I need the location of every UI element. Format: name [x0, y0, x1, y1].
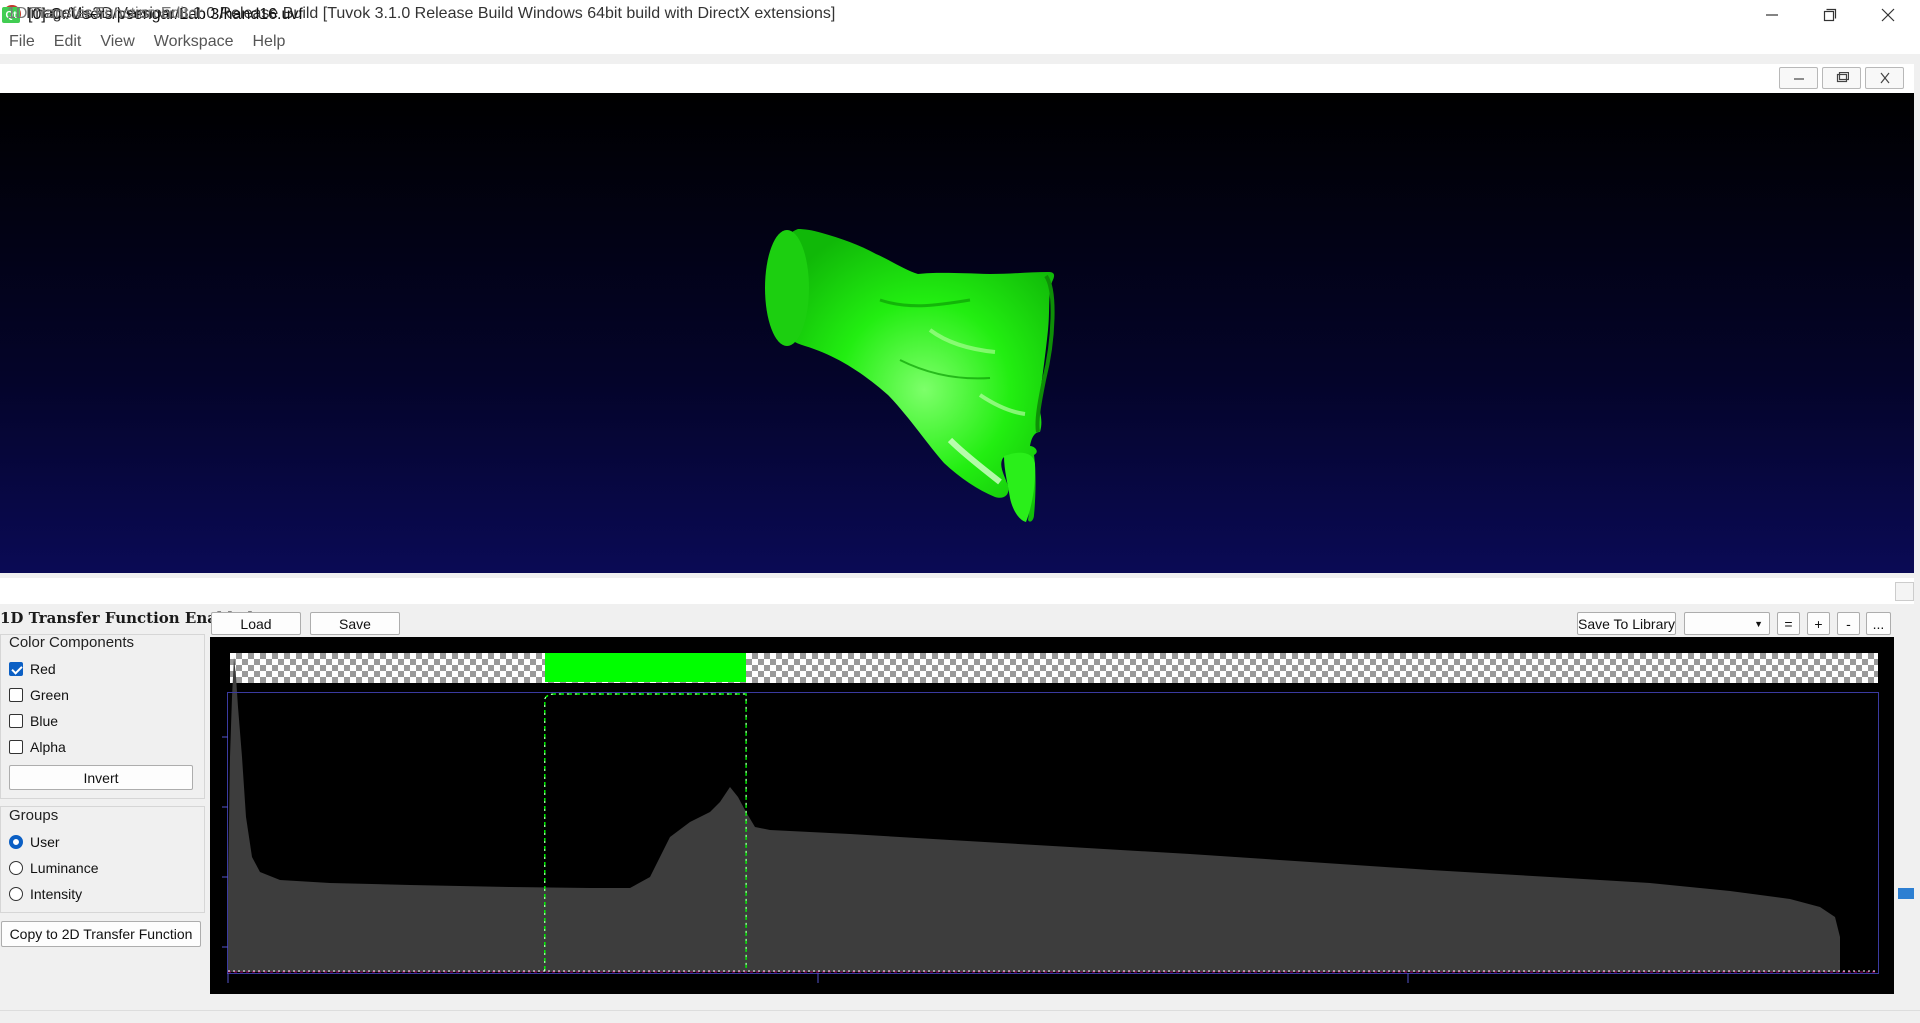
- menu-file[interactable]: File: [0, 33, 45, 51]
- menu-view[interactable]: View: [91, 33, 144, 51]
- status-bar: [0, 1010, 1920, 1023]
- menu-bar: File Edit View Workspace Help: [0, 30, 1920, 54]
- subwindow-maximize-button[interactable]: [1822, 67, 1861, 89]
- load-button[interactable]: Load: [211, 612, 301, 635]
- menu-help[interactable]: Help: [243, 33, 295, 51]
- tf-editor-title-bar: [0, 578, 1914, 604]
- green-label: Green: [30, 687, 69, 703]
- remove-button[interactable]: -: [1837, 612, 1860, 635]
- save-button[interactable]: Save: [310, 612, 400, 635]
- save-to-library-button[interactable]: Save To Library: [1577, 612, 1676, 635]
- subwindow-minimize-button[interactable]: [1779, 67, 1818, 89]
- minimize-icon: [1766, 14, 1778, 16]
- color-components-title: Color Components: [9, 634, 135, 651]
- tf-vertical-scrollbar[interactable]: [1896, 637, 1914, 994]
- minimize-icon: [1793, 78, 1804, 80]
- user-label: User: [30, 834, 60, 850]
- tf-scroll-thumb[interactable]: [1898, 888, 1914, 899]
- blue-checkbox[interactable]: [9, 714, 23, 728]
- luminance-label: Luminance: [30, 860, 99, 876]
- histogram-area: [228, 657, 1840, 972]
- copy-to-2d-tf-button[interactable]: Copy to 2D Transfer Function: [1, 921, 201, 947]
- menu-edit[interactable]: Edit: [45, 33, 92, 51]
- add-button[interactable]: +: [1807, 612, 1830, 635]
- restore-icon: [1823, 8, 1837, 22]
- groups-title: Groups: [9, 807, 59, 824]
- alpha-checkbox[interactable]: [9, 740, 23, 754]
- close-icon: [1880, 72, 1889, 84]
- library-select[interactable]: ▼: [1684, 612, 1770, 635]
- tf-editor-close-button[interactable]: [1895, 582, 1914, 601]
- red-checkbox[interactable]: [9, 662, 23, 676]
- tf-editor-title: 1D Transfer Function Editor: [7, 5, 203, 22]
- dropdown-arrow-icon: ▼: [1754, 618, 1763, 629]
- render-view[interactable]: [0, 93, 1914, 573]
- green-checkbox[interactable]: [9, 688, 23, 702]
- close-window-button[interactable]: [1859, 0, 1917, 30]
- maximize-icon: [1836, 72, 1849, 83]
- histogram-plot[interactable]: [210, 637, 1894, 994]
- restore-button[interactable]: [1801, 0, 1859, 30]
- luminance-radio[interactable]: [9, 861, 23, 875]
- close-icon: [1881, 8, 1895, 22]
- red-label: Red: [30, 661, 56, 677]
- intensity-radio[interactable]: [9, 887, 23, 901]
- minimize-button[interactable]: [1743, 0, 1801, 30]
- equal-button[interactable]: =: [1777, 612, 1800, 635]
- subwindow-close-button[interactable]: [1865, 67, 1904, 89]
- alpha-label: Alpha: [30, 739, 66, 755]
- menu-workspace[interactable]: Workspace: [145, 33, 244, 51]
- intensity-label: Intensity: [30, 886, 83, 902]
- x-axis-ticks: [227, 973, 1409, 983]
- render-window-title-bar: [0, 64, 1914, 94]
- more-button[interactable]: ...: [1866, 612, 1891, 635]
- blue-label: Blue: [30, 713, 59, 729]
- hand-volume-render: [765, 229, 1055, 522]
- invert-button[interactable]: Invert: [9, 765, 193, 790]
- user-radio[interactable]: [9, 835, 23, 849]
